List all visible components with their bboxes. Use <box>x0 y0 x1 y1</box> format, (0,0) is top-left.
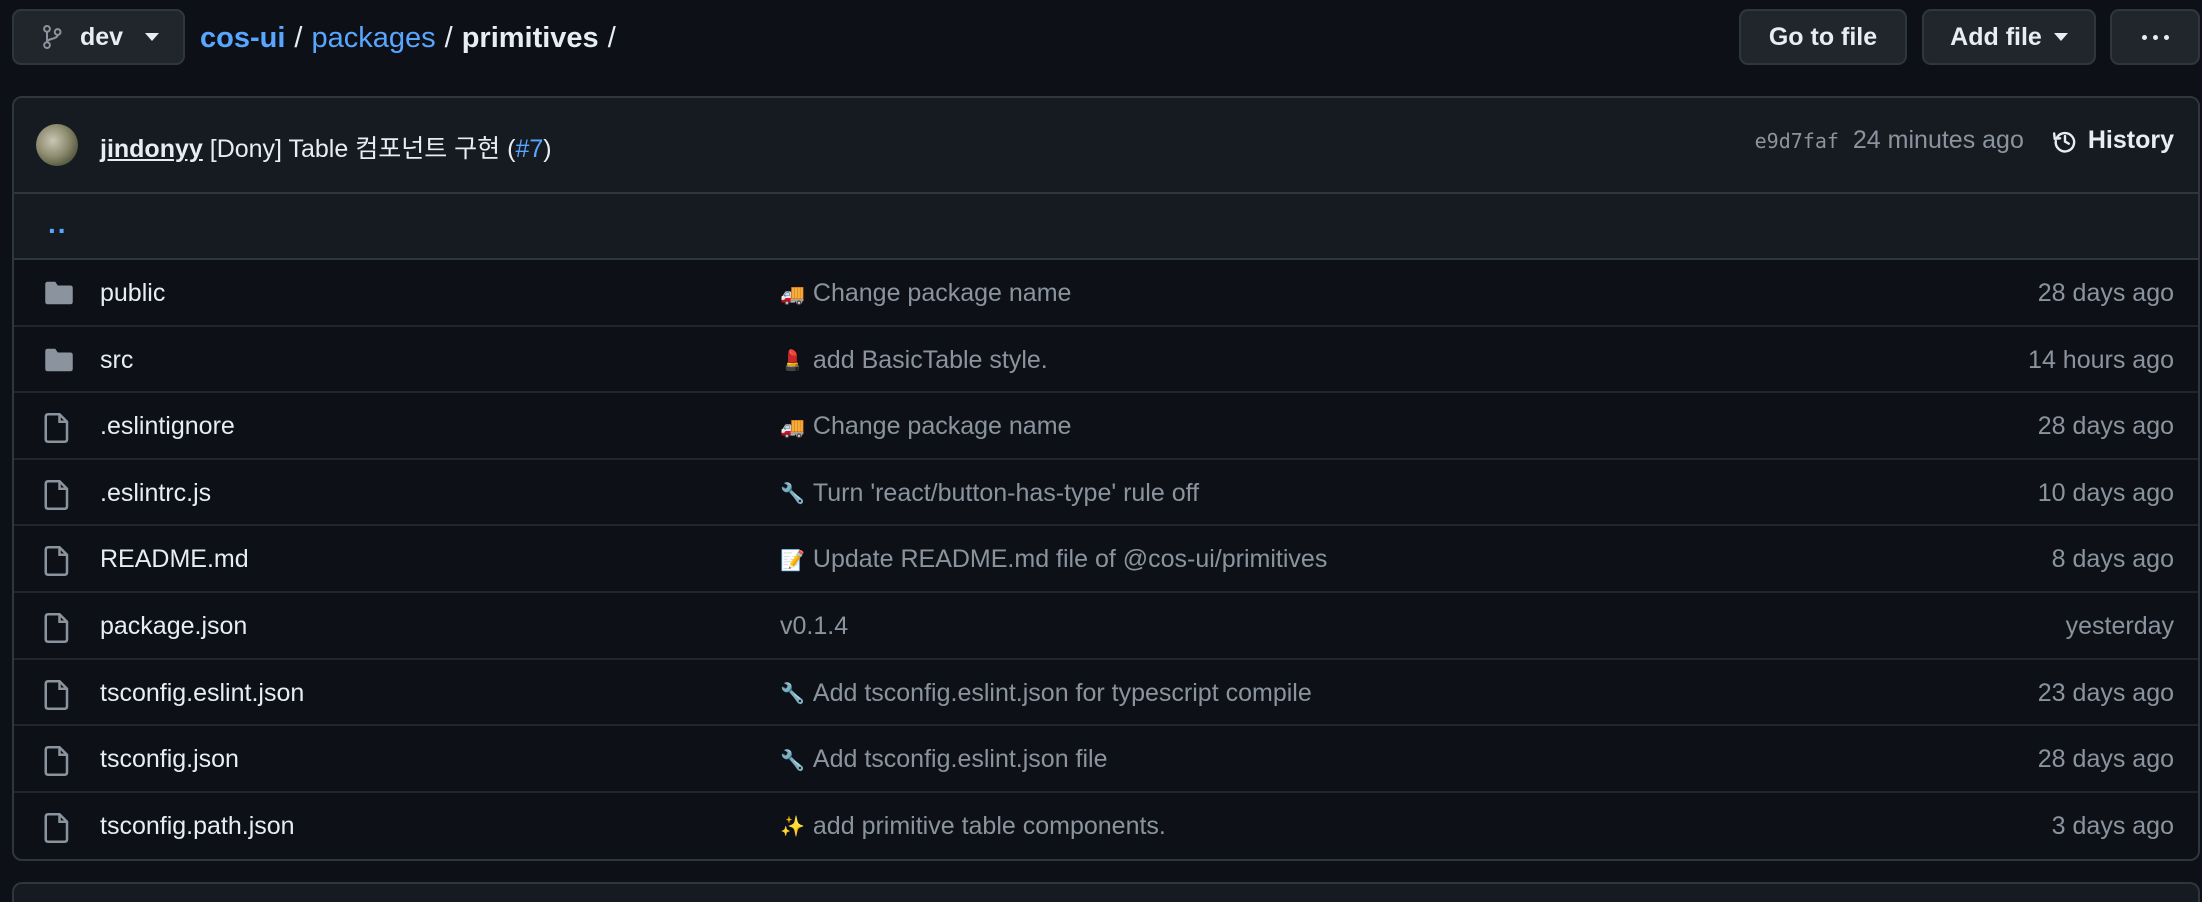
git-branch-icon <box>43 25 62 49</box>
commit-emoji-icon: 🔧 <box>780 481 805 506</box>
more-options-button[interactable] <box>2110 9 2200 65</box>
file-last-updated: 28 days ago <box>2037 745 2174 774</box>
file-name-link[interactable]: src <box>100 346 133 375</box>
file-row[interactable]: package.json v0.1.4 yesterday <box>14 593 2198 660</box>
commit-meta: e9d7faf 24 minutes ago History <box>1755 126 2174 155</box>
commit-message-prefix[interactable]: [Dony] Table 컴포넌트 구현 ( <box>210 135 516 163</box>
commit-pr-link[interactable]: #7 <box>515 135 543 163</box>
file-name-link[interactable]: .eslintignore <box>100 412 235 441</box>
breadcrumb-packages-link[interactable]: packages <box>311 22 435 55</box>
file-icon <box>44 812 74 843</box>
breadcrumb-current: primitives <box>461 21 599 54</box>
chevron-down-icon <box>2053 33 2068 41</box>
avatar[interactable] <box>36 124 78 166</box>
file-icon <box>44 546 74 577</box>
file-row[interactable]: README.md 📝 Update README.md file of @cos-… <box>14 526 2198 593</box>
file-commit-message[interactable]: 🚚 Change package name <box>780 279 1071 308</box>
file-icon <box>44 479 74 510</box>
folder-icon <box>44 347 74 375</box>
parent-directory-row[interactable]: .. <box>14 194 2198 260</box>
readme-box-top <box>12 882 2200 902</box>
file-commit-message[interactable]: v0.1.4 <box>780 612 848 641</box>
breadcrumb-repo-link[interactable]: cos-ui <box>200 22 285 55</box>
add-file-label: Add file <box>1950 22 2042 51</box>
file-last-updated: 28 days ago <box>2037 412 2174 441</box>
commit-emoji-icon: 📝 <box>780 547 805 572</box>
file-last-updated: 3 days ago <box>2051 811 2174 840</box>
file-commit-message-text[interactable]: Add tsconfig.eslint.json for typescript … <box>813 679 1312 708</box>
breadcrumb-separator: / <box>444 21 453 54</box>
file-name-link[interactable]: package.json <box>100 612 247 641</box>
file-commit-message-text[interactable]: add primitive table components. <box>813 812 1166 841</box>
commit-summary: jindonyy [Dony] Table 컴포넌트 구현 (#7) <box>100 129 552 165</box>
file-last-updated: yesterday <box>2065 611 2174 640</box>
file-row[interactable]: tsconfig.json 🔧 Add tsconfig.eslint.json f… <box>14 726 2198 793</box>
history-label: History <box>2087 126 2174 154</box>
commit-emoji-icon: 🔧 <box>780 747 805 772</box>
commit-emoji-icon: 💄 <box>780 348 805 373</box>
file-last-updated: 8 days ago <box>2051 545 2174 574</box>
file-icon <box>44 612 74 643</box>
file-last-updated: 10 days ago <box>2037 478 2174 507</box>
go-to-file-label: Go to file <box>1768 22 1878 51</box>
file-commit-message[interactable]: 🚚 Change package name <box>780 412 1071 441</box>
history-link[interactable]: History <box>2052 126 2174 155</box>
commit-emoji-icon: 🚚 <box>780 281 805 306</box>
file-commit-message-text[interactable]: Change package name <box>813 279 1072 308</box>
file-name-link[interactable]: README.md <box>100 545 249 574</box>
file-commit-message-text[interactable]: v0.1.4 <box>780 612 848 641</box>
file-commit-message-text[interactable]: add BasicTable style. <box>813 346 1048 375</box>
commit-time: 24 minutes ago <box>1852 126 2024 154</box>
file-commit-message[interactable]: 🔧 Turn 'react/button-has-type' rule off <box>780 479 1199 508</box>
branch-name: dev <box>80 22 124 51</box>
history-icon <box>2052 131 2076 153</box>
file-row[interactable]: .eslintrc.js 🔧 Turn 'react/button-has-type… <box>14 460 2198 527</box>
file-row[interactable]: tsconfig.eslint.json 🔧 Add tsconfig.eslint… <box>14 660 2198 727</box>
file-commit-message-text[interactable]: Turn 'react/button-has-type' rule off <box>813 479 1199 508</box>
branch-selector-button[interactable]: dev <box>12 9 185 65</box>
commit-message-suffix: ) <box>543 135 552 163</box>
parent-directory-link[interactable]: .. <box>48 208 68 240</box>
breadcrumb-separator: / <box>294 21 303 54</box>
file-commit-message[interactable]: 💄 add BasicTable style. <box>780 346 1048 375</box>
file-name-link[interactable]: .eslintrc.js <box>100 479 211 508</box>
file-commit-message-text[interactable]: Add tsconfig.eslint.json file <box>813 745 1108 774</box>
chevron-down-icon <box>145 33 160 41</box>
file-row[interactable]: src 💄 add BasicTable style. 14 hours ago <box>14 327 2198 394</box>
repo-toolbar: dev cos-ui / packages / primitives / Go … <box>0 0 2202 76</box>
file-name-link[interactable]: public <box>100 279 165 308</box>
go-to-file-button[interactable]: Go to file <box>1739 9 1907 65</box>
file-last-updated: 14 hours ago <box>2028 345 2174 374</box>
commit-sha-link[interactable]: e9d7faf <box>1755 129 1839 153</box>
breadcrumb-separator: / <box>607 21 616 54</box>
file-row[interactable]: .eslintignore 🚚 Change package name 28 days… <box>14 393 2198 460</box>
kebab-horizontal-icon <box>2141 34 2169 40</box>
file-commit-message[interactable]: 🔧 Add tsconfig.eslint.json file <box>780 745 1108 774</box>
file-icon <box>44 413 74 444</box>
file-row[interactable]: tsconfig.path.json ✨ add primitive table c… <box>14 793 2198 859</box>
file-icon <box>44 679 74 710</box>
file-commit-message[interactable]: ✨ add primitive table components. <box>780 812 1166 841</box>
commit-emoji-icon: 🔧 <box>780 681 805 706</box>
file-browser: jindonyy [Dony] Table 컴포넌트 구현 (#7) e9d7f… <box>12 96 2200 861</box>
file-commit-message-text[interactable]: Change package name <box>813 412 1072 441</box>
file-name-link[interactable]: tsconfig.json <box>100 745 239 774</box>
file-commit-message[interactable]: 🔧 Add tsconfig.eslint.json for typescript… <box>780 679 1312 708</box>
file-list: public 🚚 Change package name 28 days ago src… <box>14 260 2198 859</box>
file-commit-message-text[interactable]: Update README.md file of @cos-ui/primiti… <box>813 545 1327 574</box>
file-commit-message[interactable]: 📝 Update README.md file of @cos-ui/primit… <box>780 545 1327 574</box>
commit-author-link[interactable]: jindonyy <box>100 135 203 163</box>
folder-icon <box>44 280 74 308</box>
latest-commit-bar: jindonyy [Dony] Table 컴포넌트 구현 (#7) e9d7f… <box>14 98 2198 194</box>
file-last-updated: 28 days ago <box>2037 279 2174 307</box>
add-file-button[interactable]: Add file <box>1922 9 2096 65</box>
commit-emoji-icon: 🚚 <box>780 414 805 439</box>
commit-emoji-icon: ✨ <box>780 814 805 839</box>
file-row[interactable]: public 🚚 Change package name 28 days ago <box>14 260 2198 327</box>
file-name-link[interactable]: tsconfig.path.json <box>100 812 295 841</box>
file-last-updated: 23 days ago <box>2037 678 2174 707</box>
file-icon <box>44 746 74 777</box>
file-name-link[interactable]: tsconfig.eslint.json <box>100 679 304 708</box>
breadcrumb: cos-ui / packages / primitives / <box>200 16 625 60</box>
